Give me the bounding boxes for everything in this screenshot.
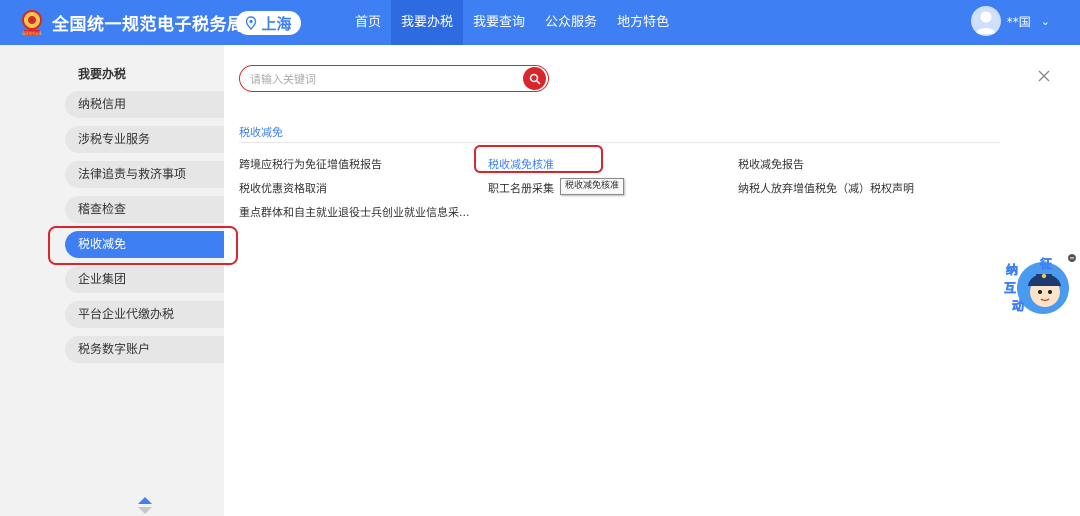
link-crossborder-exemption-report[interactable]: 跨境应税行为免征增值税报告 [239,156,382,172]
sidebar-item-tax-relief[interactable]: 税收减免 [65,231,224,258]
tooltip: 税收减免核准 [560,178,625,195]
sidebar-item-enterprise-group[interactable]: 企业集团 [65,266,224,293]
emblem-caption: 国家税务总局 [22,31,41,36]
sidebar: 我要办税 纳税信用 涉税专业服务 法律追责与救济事项 稽查检查 税收减免 企业集… [0,45,224,516]
link-key-groups-info-collection[interactable]: 重点群体和自主就业退役士兵创业就业信息采... [239,204,470,220]
divider [239,142,1000,143]
sidebar-item-credit[interactable]: 纳税信用 [65,91,224,118]
nav-public-service[interactable]: 公众服务 [535,0,607,45]
category-title: 税收减免 [239,126,283,139]
nav-query[interactable]: 我要查询 [463,0,535,45]
mascot-char-4: 动 [1012,299,1024,313]
sidebar-item-platform-withholding[interactable]: 平台企业代缴办税 [65,301,224,328]
nav-home[interactable]: 首页 [345,0,391,45]
user-menu[interactable]: **国 ⌄ [970,6,1050,36]
scroll-arrows-icon[interactable] [137,496,153,516]
link-preferential-qualification-cancel[interactable]: 税收优惠资格取消 [239,180,327,196]
top-navigation-bar: 国家税务总局 全国统一规范电子税务局 上海 首页 我要办税 我要查询 公众服务 … [0,0,1080,45]
link-waive-vat-exemption[interactable]: 纳税人放弃增值税免（减）税权声明 [738,180,914,196]
search-bar [239,65,549,92]
search-input[interactable] [250,70,520,88]
mascot-char-1: 征 [1040,256,1052,271]
nav-tax-handling[interactable]: 我要办税 [391,0,464,45]
user-icon [975,11,996,34]
link-tax-relief-approval[interactable]: 税收减免核准 [488,156,554,172]
close-icon[interactable] [1036,68,1052,84]
region-label: 上海 [261,14,292,33]
interaction-mascot-icon[interactable]: 征 纳 互 动 [1000,252,1078,320]
user-name: **国 [1006,14,1031,29]
tax-emblem-icon: 国家税务总局 [22,10,42,36]
location-pin-icon [246,16,257,30]
site-title: 全国统一规范电子税务局 [52,15,245,35]
sidebar-item-inspection[interactable]: 稽查检查 [65,196,224,223]
search-button[interactable] [523,67,546,90]
mascot-char-3: 互 [1004,281,1016,295]
avatar[interactable] [970,6,1001,36]
region-selector[interactable]: 上海 [236,11,301,35]
sidebar-item-legal-remedy[interactable]: 法律追责与救济事项 [65,161,224,188]
link-employee-roster-collection[interactable]: 职工名册采集 [488,180,554,196]
link-tax-relief-report[interactable]: 税收减免报告 [738,156,804,172]
chevron-down-icon[interactable]: ⌄ [1041,15,1050,28]
main-nav: 首页 我要办税 我要查询 公众服务 地方特色 [345,0,679,45]
mascot-char-2: 纳 [1006,262,1018,277]
nav-local-features[interactable]: 地方特色 [607,0,679,45]
sidebar-item-professional-service[interactable]: 涉税专业服务 [65,126,224,153]
search-icon [529,73,540,84]
sidebar-item-digital-account[interactable]: 税务数字账户 [65,336,224,363]
sidebar-heading: 我要办税 [78,67,127,81]
